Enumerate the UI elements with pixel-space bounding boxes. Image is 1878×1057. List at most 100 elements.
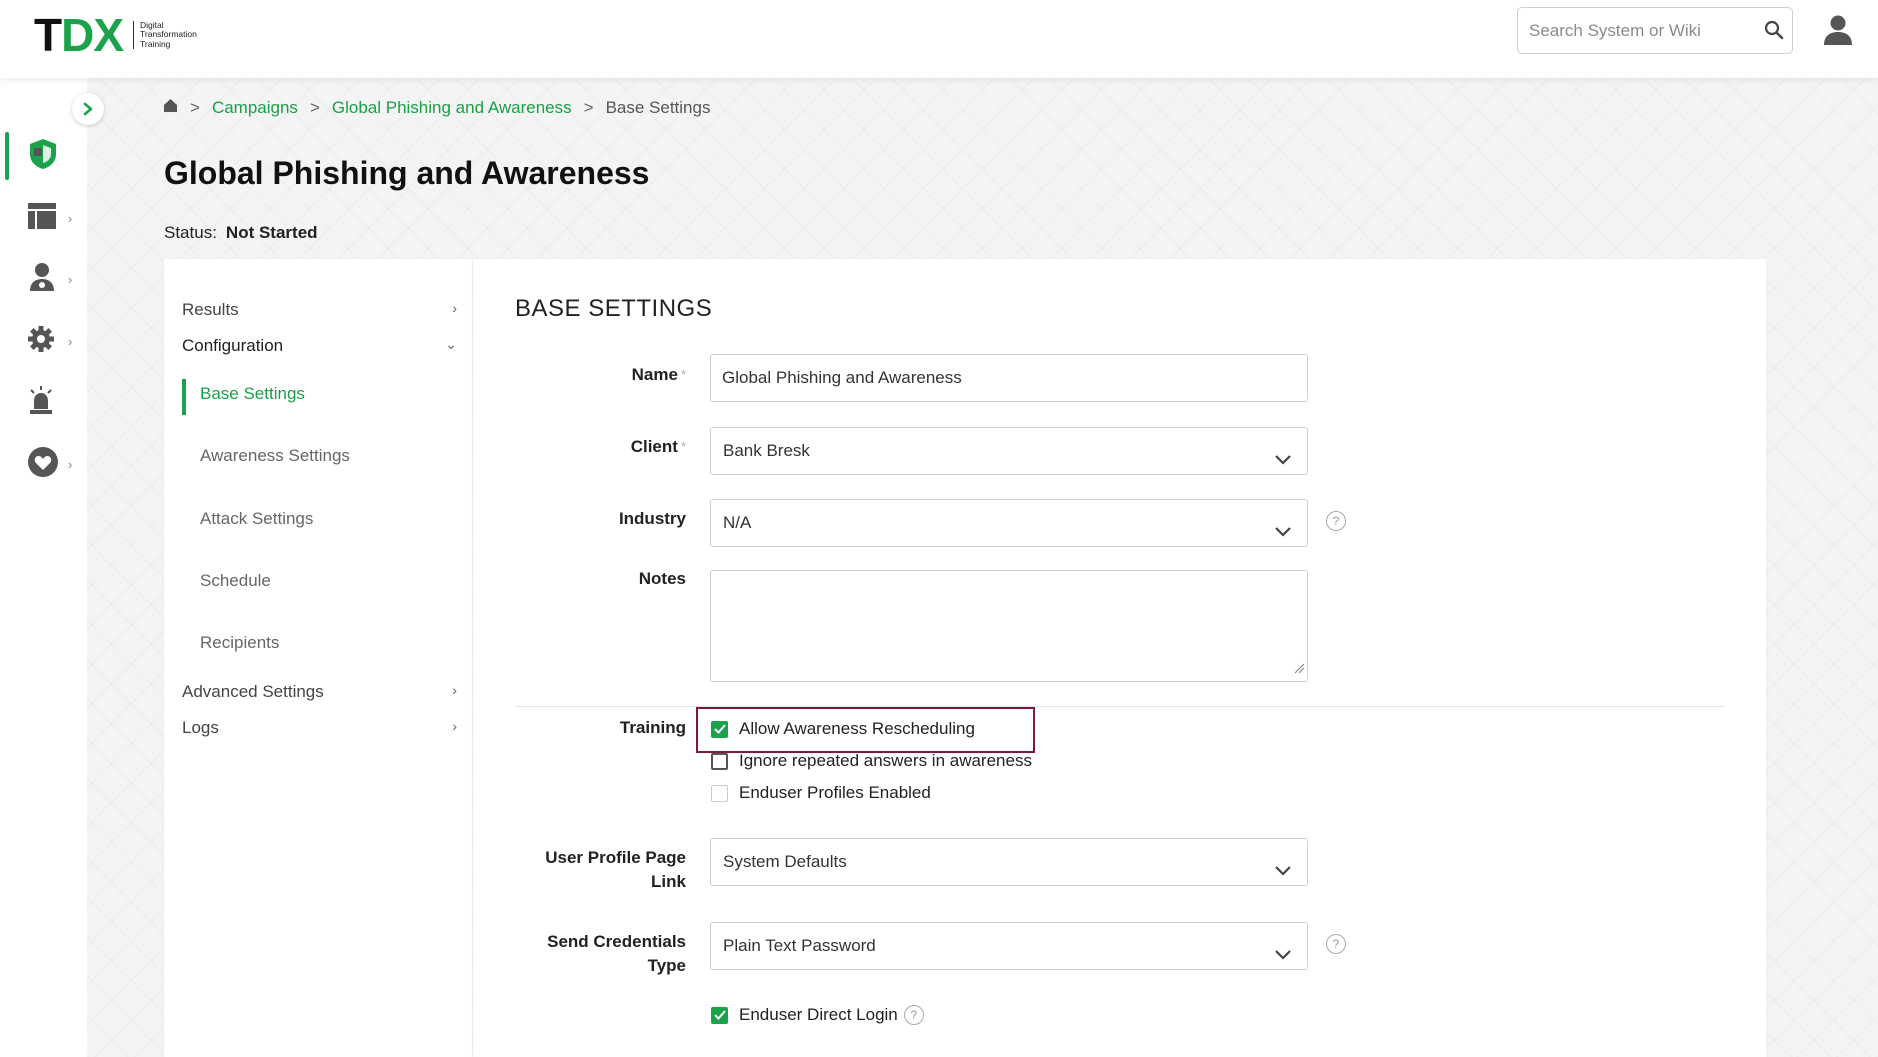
chevron-right-icon: ›: [68, 210, 73, 226]
send-credentials-label: Send Credentials Type: [496, 930, 686, 978]
chevron-down-icon: [1273, 513, 1293, 559]
nav-active-indicator: [182, 379, 186, 415]
alarm-icon: [27, 385, 55, 420]
home-icon[interactable]: [163, 98, 178, 118]
send-credentials-help-icon[interactable]: ?: [1326, 934, 1346, 954]
direct-login-help-icon[interactable]: ?: [903, 1005, 924, 1025]
industry-select[interactable]: N/A: [710, 499, 1308, 547]
enduser-direct-login-label: Enduser Direct Login: [739, 1005, 898, 1024]
enduser-profiles-checkbox[interactable]: Enduser Profiles Enabled: [711, 783, 931, 803]
layout-icon: [27, 202, 57, 235]
industry-label: Industry: [618, 509, 686, 528]
client-label-text: Client: [630, 437, 678, 456]
sidebar-expand-button[interactable]: [72, 93, 104, 125]
required-mark: *: [680, 367, 686, 382]
nav-results[interactable]: Results ›: [182, 300, 457, 320]
breadcrumb-campaign-link[interactable]: Global Phishing and Awareness: [332, 98, 572, 118]
required-mark: *: [680, 439, 686, 454]
send-credentials-label-line: Type: [647, 956, 686, 975]
top-bar: TDX Digital Transformation Training: [0, 0, 1878, 78]
chevron-right-icon: ›: [68, 333, 73, 349]
client-select-value: Bank Bresk: [723, 441, 810, 460]
logo-t: T: [34, 9, 62, 61]
breadcrumb-current: Base Settings: [605, 98, 711, 117]
heart-icon: [27, 446, 59, 483]
name-label: Name *: [496, 363, 686, 387]
rail-item-users[interactable]: ›: [0, 254, 87, 304]
nav-awareness-settings[interactable]: Awareness Settings: [200, 446, 350, 466]
search-box: [1517, 7, 1793, 54]
nav-logs[interactable]: Logs ›: [182, 718, 457, 738]
send-credentials-label-line: Send Credentials: [547, 932, 686, 951]
logo-sub-line: Training: [140, 38, 171, 49]
name-label-text: Name: [631, 365, 678, 384]
checkbox-unchecked-icon: [711, 752, 728, 770]
chevron-down-icon: ⌄: [445, 336, 457, 352]
profile-link-label-line: Link: [651, 872, 686, 891]
nav-recipients[interactable]: Recipients: [200, 633, 279, 653]
campaign-status: Status: Not Started: [164, 223, 318, 243]
nav-schedule[interactable]: Schedule: [200, 571, 271, 591]
nav-configuration[interactable]: Configuration ⌄: [182, 336, 457, 356]
chevron-down-icon: [1273, 936, 1293, 982]
send-credentials-select[interactable]: Plain Text Password: [710, 922, 1308, 970]
rail-item-alerts[interactable]: [0, 377, 87, 427]
section-title: BASE SETTINGS: [515, 295, 713, 322]
notes-textarea[interactable]: [710, 570, 1308, 682]
nav-results-label: Results: [182, 300, 239, 319]
status-value: Not Started: [225, 223, 318, 242]
nav-configuration-label: Configuration: [182, 336, 284, 355]
nav-advanced-settings[interactable]: Advanced Settings ›: [182, 682, 457, 702]
checkbox-checked-icon: [711, 720, 728, 738]
name-input[interactable]: Global Phishing and Awareness: [710, 354, 1308, 402]
allow-rescheduling-checkbox[interactable]: Allow Awareness Rescheduling: [711, 719, 975, 739]
profile-link-label-line: User Profile Page: [545, 848, 686, 867]
nav-attack-settings[interactable]: Attack Settings: [200, 509, 313, 529]
chevron-right-icon: ›: [68, 456, 73, 472]
breadcrumb-separator: >: [583, 98, 594, 117]
base-settings-panel: BASE SETTINGS Name * Global Phishing and …: [473, 259, 1766, 1057]
ignore-repeated-checkbox[interactable]: Ignore repeated answers in awareness: [711, 751, 1032, 771]
ignore-repeated-label: Ignore repeated answers in awareness: [739, 751, 1032, 770]
industry-select-value: N/A: [723, 513, 752, 532]
shield-icon: [27, 137, 59, 176]
gear-icon: [27, 325, 55, 358]
notes-label: Notes: [638, 569, 686, 588]
chevron-right-icon: [83, 102, 93, 116]
breadcrumb-campaigns-link[interactable]: Campaigns: [212, 98, 298, 118]
rail-item-settings[interactable]: ›: [0, 316, 87, 366]
allow-rescheduling-label: Allow Awareness Rescheduling: [739, 719, 975, 738]
nav-base-settings[interactable]: Base Settings: [200, 384, 305, 404]
enduser-direct-login-checkbox[interactable]: Enduser Direct Login ?: [711, 1005, 924, 1025]
client-select[interactable]: Bank Bresk: [710, 427, 1308, 475]
search-icon[interactable]: [1764, 20, 1784, 45]
logo-subtitle: Digital Transformation Training: [133, 20, 203, 50]
search-input[interactable]: [1529, 8, 1749, 53]
resize-handle-icon[interactable]: [1293, 661, 1305, 679]
nav-advanced-settings-label: Advanced Settings: [182, 682, 324, 701]
tdx-logo[interactable]: TDX Digital Transformation Training: [34, 10, 203, 60]
breadcrumb: > Campaigns > Global Phishing and Awaren…: [163, 98, 710, 118]
checkbox-unchecked-icon: [711, 784, 728, 802]
profile-link-select[interactable]: System Defaults: [710, 838, 1308, 886]
rail-item-favorites[interactable]: ›: [0, 439, 87, 489]
nav-logs-label: Logs: [182, 718, 219, 737]
chevron-down-icon: [1273, 441, 1293, 487]
training-label: Training: [619, 718, 686, 737]
profile-link-select-value: System Defaults: [723, 852, 847, 871]
chevron-right-icon: ›: [68, 271, 73, 287]
rail-item-dashboard[interactable]: ›: [0, 193, 87, 243]
chevron-right-icon: ›: [452, 300, 457, 316]
enduser-profiles-label: Enduser Profiles Enabled: [739, 783, 931, 802]
icon-sidebar: › › › ›: [0, 78, 87, 1057]
user-account-icon[interactable]: [1823, 14, 1853, 51]
industry-help-icon[interactable]: ?: [1326, 511, 1346, 531]
breadcrumb-separator: >: [190, 98, 200, 117]
user-group-icon: [27, 261, 57, 298]
chevron-down-icon: [1273, 852, 1293, 898]
client-label: Client *: [496, 435, 686, 459]
rail-item-campaigns[interactable]: [0, 131, 87, 181]
profile-link-label: User Profile Page Link: [496, 846, 686, 894]
checkbox-checked-icon: [711, 1006, 728, 1024]
chevron-right-icon: ›: [452, 718, 457, 734]
